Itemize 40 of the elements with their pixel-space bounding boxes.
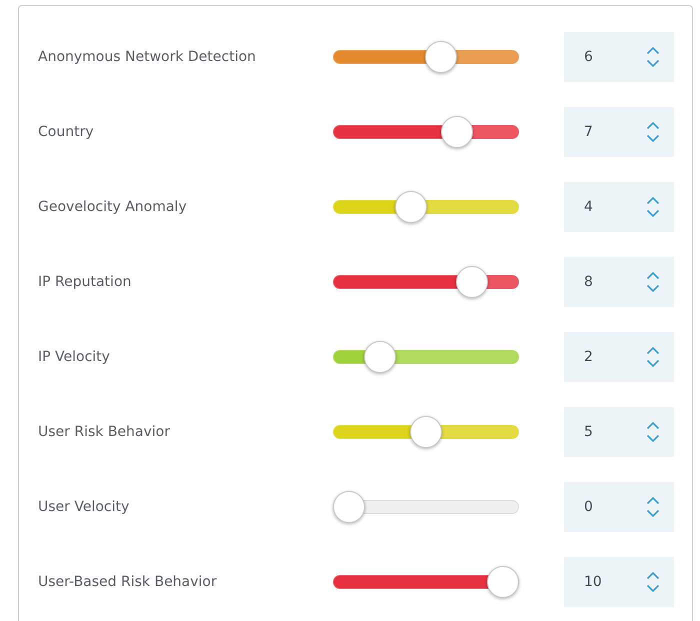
slider[interactable] xyxy=(333,416,519,448)
slider-thumb[interactable] xyxy=(487,566,519,598)
spinner-value: 8 xyxy=(584,274,593,290)
number-spinner[interactable]: 0 xyxy=(564,482,674,532)
spinner-value: 10 xyxy=(584,574,602,590)
number-spinner[interactable]: 10 xyxy=(564,556,674,606)
rule-label: User Velocity xyxy=(38,498,130,514)
slider-thumb[interactable] xyxy=(394,190,427,222)
spinner-value: 2 xyxy=(584,348,593,364)
rule-label: Geovelocity Anomaly xyxy=(38,198,187,214)
slider-thumb[interactable] xyxy=(456,266,488,298)
number-spinner[interactable]: 6 xyxy=(564,32,674,82)
slider[interactable] xyxy=(333,190,519,222)
slider[interactable] xyxy=(333,266,519,298)
slider-thumb[interactable] xyxy=(364,340,396,372)
spinner-value: 5 xyxy=(584,424,593,440)
slider-thumb[interactable] xyxy=(440,116,473,148)
spinner-value: 0 xyxy=(584,498,593,514)
spinner-value: 4 xyxy=(584,198,593,214)
slider[interactable] xyxy=(333,566,519,598)
rule-label: User Risk Behavior xyxy=(38,424,170,440)
rule-label: Anonymous Network Detection xyxy=(38,48,256,64)
rule-label: IP Reputation xyxy=(38,274,132,290)
rule-label: User-Based Risk Behavior xyxy=(38,574,217,590)
number-spinner[interactable]: 7 xyxy=(564,106,674,156)
number-spinner[interactable]: 5 xyxy=(564,406,674,456)
number-spinner[interactable]: 4 xyxy=(564,182,674,232)
slider[interactable] xyxy=(333,40,519,72)
slider[interactable] xyxy=(333,340,519,372)
slider-thumb[interactable] xyxy=(333,490,365,522)
slider[interactable] xyxy=(333,116,519,148)
number-spinner[interactable]: 2 xyxy=(564,332,674,382)
spinner-value: 7 xyxy=(584,124,593,140)
spinner-value: 6 xyxy=(584,48,593,64)
number-spinner[interactable]: 8 xyxy=(564,256,674,306)
rule-label: IP Velocity xyxy=(38,348,110,364)
slider-thumb[interactable] xyxy=(410,416,442,448)
slider-thumb[interactable] xyxy=(425,40,458,72)
slider[interactable] xyxy=(333,490,519,522)
rule-label: Country xyxy=(38,124,94,140)
